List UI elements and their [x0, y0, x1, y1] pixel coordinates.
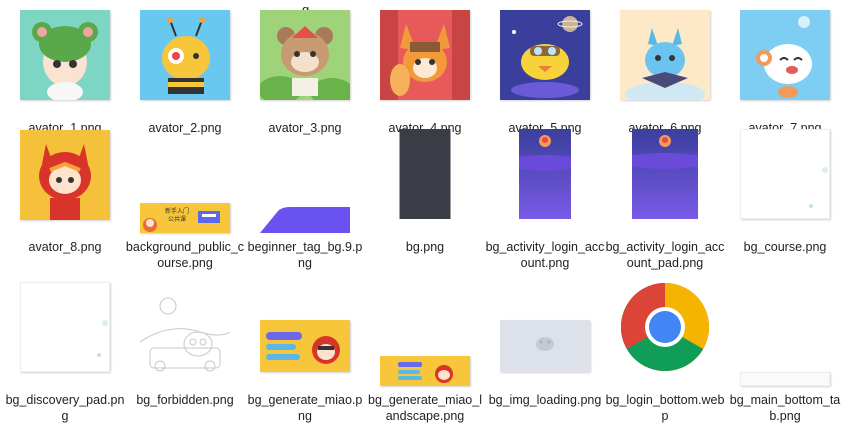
file-item-bg-generate-miao[interactable]: bg_generate_miao.png	[245, 280, 365, 423]
file-name-label: beginner_tag_bg.9.png	[247, 240, 363, 270]
file-name-label: bg_img_loading.png	[488, 393, 602, 407]
image-thumbnail-icon	[519, 129, 571, 219]
chrome-icon	[620, 282, 710, 372]
avatar-thumbnail-icon	[260, 10, 350, 100]
file-item-bg-discovery-pad[interactable]: bg_discovery_pad.png	[5, 280, 125, 423]
file-item-bg-main-bottom-tab[interactable]: bg_main_bottom_tab.png	[725, 280, 845, 423]
file-name-label: bg_login_bottom.webp	[605, 393, 725, 423]
file-item-bg-generate-miao-landscape[interactable]: bg_generate_miao_landscape.png	[365, 280, 485, 423]
file-name-label: bg_generate_miao.png	[247, 393, 363, 423]
image-thumbnail-icon	[380, 356, 470, 386]
file-name-label: bg_activity_login_account.png	[485, 240, 605, 270]
image-thumbnail-icon	[260, 320, 350, 372]
avatar-thumbnail-icon	[140, 10, 230, 100]
file-item-avator-3[interactable]: avator_3.png	[245, 8, 365, 135]
file-name-label: bg_activity_login_account_pad.png	[605, 240, 725, 270]
thumbnail-text: 新手入门 公共课	[164, 209, 189, 223]
file-name-label: bg_main_bottom_tab.png	[729, 393, 841, 423]
file-item-bg-activity-login-account[interactable]: bg_activity_login_account.png	[485, 127, 605, 270]
file-item-background-public-course[interactable]: 新手入门 公共课 background_public_course.png	[125, 127, 245, 270]
file-item-avator-7[interactable]: avator_7.png	[725, 8, 845, 135]
image-thumbnail-icon	[20, 282, 110, 372]
image-thumbnail-icon	[740, 372, 830, 386]
file-item-avator-8[interactable]: avator_8.png	[5, 127, 125, 254]
file-item-bg-img-loading[interactable]: bg_img_loading.png	[485, 280, 605, 407]
avatar-thumbnail-icon	[740, 10, 830, 100]
image-thumbnail-icon	[500, 320, 590, 372]
image-thumbnail-icon: 新手入门 公共课	[140, 203, 230, 233]
file-item-beginner-tag-bg[interactable]: beginner_tag_bg.9.png	[245, 127, 365, 270]
image-thumbnail-icon	[399, 129, 451, 219]
avatar-thumbnail-icon	[500, 10, 590, 100]
avatar-thumbnail-icon	[20, 130, 110, 220]
avatar-thumbnail-icon	[20, 10, 110, 100]
file-item-avator-6[interactable]: avator_6.png	[605, 8, 725, 135]
file-name-label: bg_course.png	[743, 240, 827, 254]
file-item-avator-4[interactable]: avator_4.png	[365, 8, 485, 135]
file-item-avator-2[interactable]: avator_2.png	[125, 8, 245, 135]
file-item-avator-5[interactable]: avator_5.png	[485, 8, 605, 135]
file-name-label: bg_generate_miao_landscape.png	[368, 393, 482, 423]
file-name-label: bg_discovery_pad.png	[5, 393, 125, 423]
image-thumbnail-icon	[260, 207, 350, 233]
avatar-thumbnail-icon	[380, 10, 470, 100]
file-name-label: avator_8.png	[28, 240, 102, 254]
file-item-bg[interactable]: bg.png	[365, 127, 485, 254]
file-item-bg-forbidden[interactable]: bg_forbidden.png	[125, 280, 245, 407]
image-thumbnail-icon	[740, 129, 830, 219]
file-item-bg-course[interactable]: bg_course.png	[725, 127, 845, 254]
image-thumbnail-icon	[632, 129, 698, 219]
avatar-thumbnail-icon	[620, 10, 710, 100]
file-item-bg-login-bottom[interactable]: bg_login_bottom.webp	[605, 280, 725, 423]
file-name-label: bg.png	[405, 240, 445, 254]
file-item-avator-1[interactable]: avator_1.png	[5, 8, 125, 135]
file-item-bg-activity-login-account-pad[interactable]: bg_activity_login_account_pad.png	[605, 127, 725, 270]
file-name-label: background_public_course.png	[125, 240, 245, 270]
image-thumbnail-icon	[140, 292, 230, 372]
file-name-label: bg_forbidden.png	[136, 393, 234, 407]
